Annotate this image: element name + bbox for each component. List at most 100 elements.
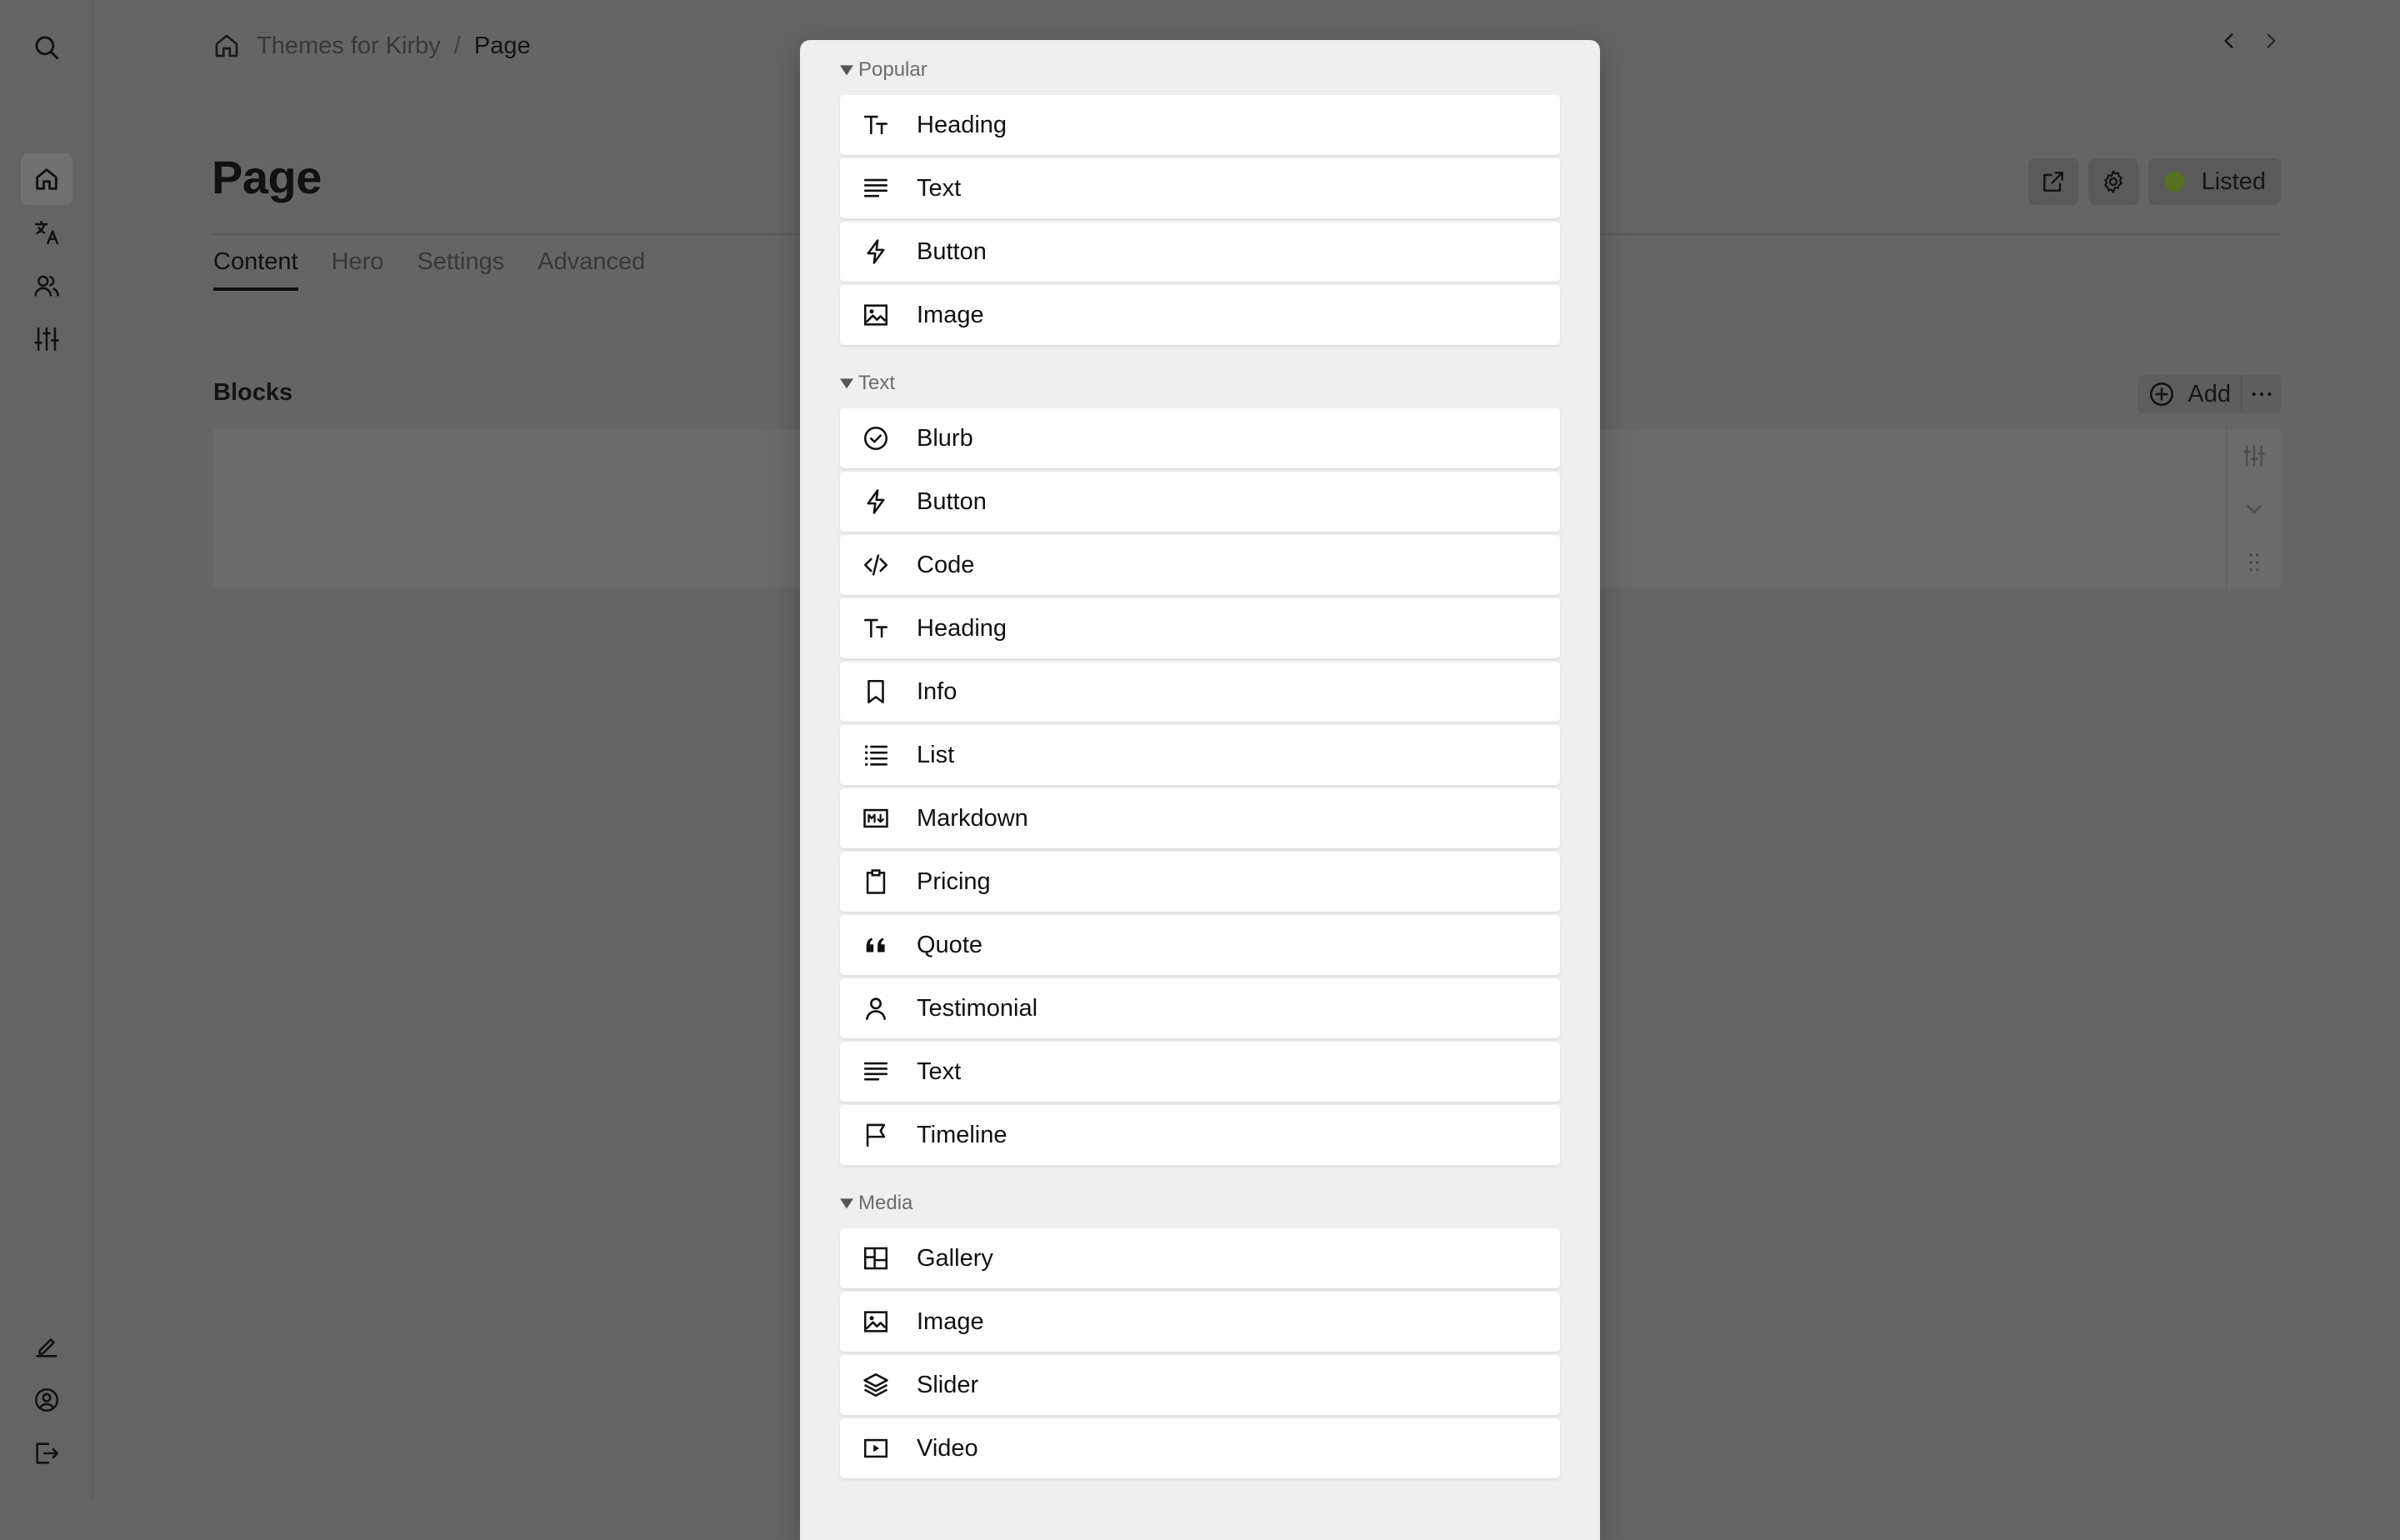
list-icon — [864, 745, 888, 767]
add-block-button[interactable]: Add — [2138, 375, 2241, 413]
block-type-testimonial-button[interactable]: Testimonial — [840, 978, 1560, 1038]
block-type-slider-button[interactable]: Slider — [840, 1355, 1560, 1415]
user-icon — [866, 998, 886, 1021]
block-type-label: Button — [917, 488, 987, 515]
menu-changes-button[interactable] — [21, 1321, 72, 1372]
block-settings-button[interactable] — [2228, 429, 2281, 482]
text-icon — [863, 178, 888, 198]
caret-down-icon — [840, 65, 853, 76]
dots-icon — [2252, 392, 2272, 397]
block-type-label: Video — [917, 1434, 978, 1462]
page-title[interactable]: Page — [212, 150, 322, 204]
title-icon — [863, 115, 888, 135]
block-type-label: Info — [917, 678, 958, 705]
block-type-label: Blurb — [917, 424, 973, 452]
block-type-label: Testimonial — [917, 994, 1038, 1022]
dashboard-icon — [863, 1247, 888, 1270]
block-type-image-button[interactable]: Image — [840, 1292, 1560, 1352]
status-dot — [2164, 172, 2185, 192]
block-type-label: Markdown — [917, 804, 1028, 832]
page-status-button[interactable]: Listed — [2148, 158, 2281, 205]
image-icon — [863, 1311, 888, 1332]
panel-menu — [0, 0, 93, 1500]
block-type-label: Image — [917, 301, 984, 328]
text-icon — [863, 1062, 888, 1081]
menu-languages-button[interactable] — [21, 207, 72, 258]
chevron-down-icon — [2247, 505, 2262, 513]
caret-down-icon — [840, 378, 853, 389]
group-toggle-text[interactable]: Text — [840, 372, 895, 395]
block-type-list-button[interactable]: List — [840, 725, 1560, 785]
block-type-video-button[interactable]: Video — [840, 1418, 1560, 1478]
code-icon — [863, 554, 888, 576]
search-icon — [35, 36, 59, 60]
header-buttons: Listed — [2028, 158, 2281, 205]
search-button[interactable] — [21, 22, 72, 73]
logout-icon — [36, 1442, 59, 1464]
block-type-label: Gallery — [917, 1244, 993, 1272]
block-type-label: Heading — [917, 111, 1008, 138]
group-toggle-media[interactable]: Media — [840, 1192, 912, 1215]
home-icon[interactable] — [212, 31, 242, 61]
block-type-code-button[interactable]: Code — [840, 535, 1560, 595]
tab-content[interactable]: Content — [213, 248, 298, 291]
open-page-button[interactable] — [2028, 158, 2078, 205]
block-type-text-button[interactable]: Text — [840, 1042, 1560, 1102]
block-sort-handle[interactable] — [2228, 536, 2281, 589]
clipboard-icon — [866, 869, 886, 894]
block-type-button-button[interactable]: Button — [840, 472, 1560, 532]
blocks-more-button[interactable] — [2241, 375, 2281, 413]
block-type-text-button[interactable]: Text — [840, 158, 1560, 218]
block-type-heading-button[interactable]: Heading — [840, 95, 1560, 155]
sliders-icon — [34, 327, 59, 352]
markdown-icon — [863, 808, 888, 828]
block-type-info-button[interactable]: Info — [840, 662, 1560, 722]
tab-hero[interactable]: Hero — [332, 248, 384, 291]
tabs: Content Hero Settings Advanced — [213, 248, 645, 291]
page-settings-button[interactable] — [2088, 158, 2138, 205]
block-type-quote-button[interactable]: Quote — [840, 915, 1560, 975]
block-type-button-button[interactable]: Button — [840, 222, 1560, 282]
breadcrumb: Themes for Kirby / Page — [212, 25, 531, 67]
open-external-icon — [2042, 172, 2063, 192]
tab-settings[interactable]: Settings — [417, 248, 504, 291]
group-title-label: Text — [858, 372, 896, 394]
block-collapse-button[interactable] — [2228, 482, 2281, 536]
block-type-label: Button — [917, 238, 987, 265]
chevron-left-icon[interactable] — [2218, 30, 2240, 52]
group-toggle-popular[interactable]: Popular — [840, 58, 928, 82]
block-type-label: List — [917, 741, 955, 768]
block-type-markdown-button[interactable]: Markdown — [840, 788, 1560, 848]
block-type-label: Pricing — [917, 868, 991, 895]
block-type-label: Heading — [917, 614, 1008, 642]
block-type-timeline-button[interactable]: Timeline — [840, 1105, 1560, 1165]
block-type-gallery-button[interactable]: Gallery — [840, 1228, 1560, 1288]
bolt-icon — [867, 239, 885, 264]
menu-logout-button[interactable] — [21, 1428, 72, 1479]
breadcrumb-current-link[interactable]: Page — [474, 32, 531, 60]
bolt-icon — [867, 489, 885, 514]
block-type-label: Timeline — [917, 1121, 1008, 1148]
translate-icon — [34, 220, 59, 245]
layers-icon — [863, 1372, 888, 1398]
caret-down-icon — [840, 1198, 853, 1209]
breadcrumb-site-link[interactable]: Themes for Kirby — [257, 32, 441, 60]
menu-system-button[interactable] — [21, 313, 72, 365]
block-type-blurb-button[interactable]: Blurb — [840, 408, 1560, 468]
menu-site-button[interactable] — [21, 153, 72, 205]
group-title-label: Media — [858, 1192, 913, 1214]
menu-account-button[interactable] — [21, 1374, 72, 1426]
menu-users-button[interactable] — [21, 260, 72, 312]
check-circle-icon — [863, 426, 888, 451]
quote-icon — [866, 938, 885, 952]
block-type-label: Slider — [917, 1371, 979, 1398]
block-options — [2226, 429, 2281, 588]
block-type-image-button[interactable]: Image — [840, 285, 1560, 345]
tab-advanced[interactable]: Advanced — [538, 248, 645, 291]
block-type-heading-button[interactable]: Heading — [840, 598, 1560, 658]
image-icon — [863, 304, 888, 326]
chevron-right-icon[interactable] — [2260, 30, 2282, 52]
gear-icon — [2103, 170, 2122, 193]
group-title-label: Popular — [858, 58, 928, 81]
block-type-pricing-button[interactable]: Pricing — [840, 852, 1560, 912]
